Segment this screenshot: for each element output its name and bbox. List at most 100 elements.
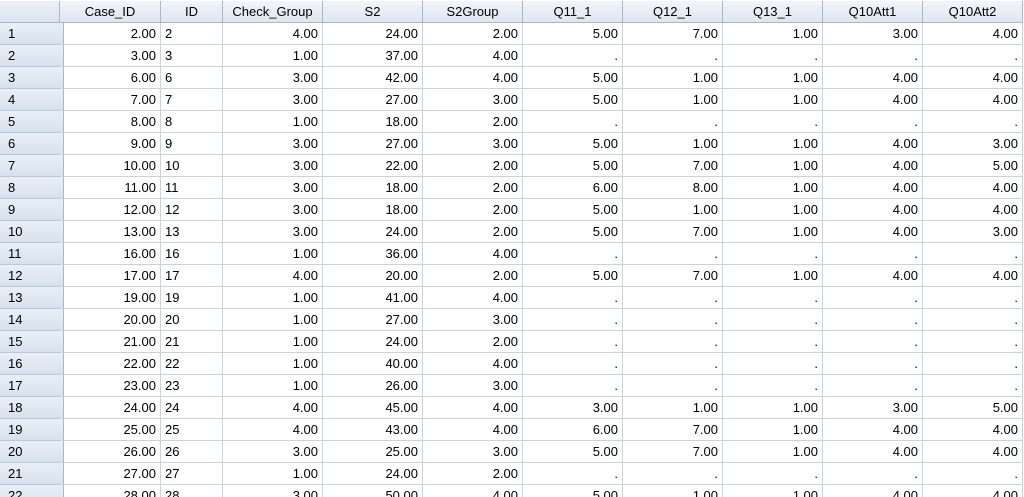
table-cell[interactable]: 8 xyxy=(161,111,223,133)
table-cell[interactable]: 5.00 xyxy=(923,155,1023,177)
table-cell[interactable]: 21 xyxy=(161,331,223,353)
table-cell[interactable]: . xyxy=(523,353,623,375)
row-number[interactable]: 12 xyxy=(0,265,64,287)
table-cell[interactable]: 22 xyxy=(161,353,223,375)
table-cell[interactable]: 27.00 xyxy=(323,309,423,331)
table-cell[interactable]: 4.00 xyxy=(823,199,923,221)
table-cell[interactable]: 8.00 xyxy=(60,111,161,133)
table-cell[interactable]: . xyxy=(923,243,1023,265)
table-cell[interactable]: 4.00 xyxy=(923,265,1023,287)
table-cell[interactable]: 6.00 xyxy=(60,67,161,89)
table-cell[interactable]: 1.00 xyxy=(723,485,823,497)
table-cell[interactable]: 3.00 xyxy=(223,177,323,199)
table-cell[interactable]: 1.00 xyxy=(723,199,823,221)
table-cell[interactable]: 5.00 xyxy=(523,89,623,111)
table-cell[interactable]: 4.00 xyxy=(423,397,523,419)
row-number[interactable]: 15 xyxy=(0,331,64,353)
table-cell[interactable]: 4.00 xyxy=(923,485,1023,497)
table-cell[interactable]: . xyxy=(623,243,723,265)
table-cell[interactable]: 1.00 xyxy=(723,67,823,89)
table-cell[interactable]: 1.00 xyxy=(623,397,723,419)
table-cell[interactable]: 1.00 xyxy=(723,23,823,45)
table-cell[interactable]: 25.00 xyxy=(323,441,423,463)
table-cell[interactable]: . xyxy=(723,287,823,309)
table-cell[interactable]: . xyxy=(823,45,923,67)
table-cell[interactable]: 7.00 xyxy=(623,265,723,287)
table-cell[interactable]: 2.00 xyxy=(423,331,523,353)
table-cell[interactable]: 17.00 xyxy=(60,265,161,287)
table-cell[interactable]: . xyxy=(623,45,723,67)
column-header-q13-1[interactable]: Q13_1 xyxy=(723,1,823,23)
table-cell[interactable]: 6 xyxy=(161,67,223,89)
table-cell[interactable]: 3.00 xyxy=(423,441,523,463)
table-cell[interactable]: 2 xyxy=(161,23,223,45)
table-cell[interactable]: 45.00 xyxy=(323,397,423,419)
row-number[interactable]: 9 xyxy=(0,199,64,221)
table-cell[interactable]: 3.00 xyxy=(923,221,1023,243)
table-cell[interactable]: 1.00 xyxy=(723,419,823,441)
table-cell[interactable]: . xyxy=(823,111,923,133)
table-cell[interactable]: . xyxy=(623,309,723,331)
table-cell[interactable]: 7.00 xyxy=(623,23,723,45)
row-number[interactable]: 5 xyxy=(0,111,64,133)
table-cell[interactable]: 41.00 xyxy=(323,287,423,309)
table-cell[interactable]: 19.00 xyxy=(60,287,161,309)
table-cell[interactable]: 16.00 xyxy=(60,243,161,265)
table-cell[interactable]: 3.00 xyxy=(223,485,323,497)
table-cell[interactable]: 7.00 xyxy=(623,441,723,463)
table-cell[interactable]: 4.00 xyxy=(223,23,323,45)
table-cell[interactable]: 4.00 xyxy=(223,419,323,441)
row-number[interactable]: 11 xyxy=(0,243,64,265)
table-cell[interactable]: 5.00 xyxy=(523,199,623,221)
table-cell[interactable]: 12.00 xyxy=(60,199,161,221)
table-cell[interactable]: . xyxy=(923,287,1023,309)
table-cell[interactable]: 17 xyxy=(161,265,223,287)
table-cell[interactable]: 3.00 xyxy=(223,221,323,243)
table-cell[interactable]: 3.00 xyxy=(223,89,323,111)
row-number[interactable]: 10 xyxy=(0,221,64,243)
table-cell[interactable]: 24.00 xyxy=(323,23,423,45)
table-cell[interactable]: 9.00 xyxy=(60,133,161,155)
table-cell[interactable]: 21.00 xyxy=(60,331,161,353)
table-cell[interactable]: . xyxy=(923,45,1023,67)
table-cell[interactable]: 4.00 xyxy=(923,199,1023,221)
table-cell[interactable]: 4.00 xyxy=(423,45,523,67)
table-cell[interactable]: 2.00 xyxy=(423,265,523,287)
table-cell[interactable]: 25 xyxy=(161,419,223,441)
table-cell[interactable]: 27.00 xyxy=(60,463,161,485)
table-cell[interactable]: 3.00 xyxy=(423,309,523,331)
table-cell[interactable]: 4.00 xyxy=(823,485,923,497)
table-cell[interactable]: 1.00 xyxy=(223,243,323,265)
table-cell[interactable]: 27.00 xyxy=(323,89,423,111)
table-cell[interactable]: 26.00 xyxy=(323,375,423,397)
table-cell[interactable]: . xyxy=(523,45,623,67)
table-cell[interactable]: 1.00 xyxy=(223,309,323,331)
row-number[interactable]: 22 xyxy=(0,485,64,497)
table-cell[interactable]: 13 xyxy=(161,221,223,243)
table-cell[interactable]: . xyxy=(523,463,623,485)
table-cell[interactable]: 3.00 xyxy=(223,155,323,177)
table-cell[interactable]: . xyxy=(723,111,823,133)
table-cell[interactable]: 1.00 xyxy=(623,89,723,111)
table-cell[interactable]: . xyxy=(923,309,1023,331)
table-cell[interactable]: 5.00 xyxy=(523,155,623,177)
table-cell[interactable]: 22.00 xyxy=(323,155,423,177)
table-cell[interactable]: 1.00 xyxy=(623,67,723,89)
table-cell[interactable]: 4.00 xyxy=(823,419,923,441)
table-cell[interactable]: . xyxy=(523,243,623,265)
table-cell[interactable]: . xyxy=(723,463,823,485)
table-cell[interactable]: 4.00 xyxy=(823,133,923,155)
table-cell[interactable]: 43.00 xyxy=(323,419,423,441)
table-cell[interactable]: 4.00 xyxy=(423,67,523,89)
table-cell[interactable]: 5.00 xyxy=(923,397,1023,419)
table-cell[interactable]: 11.00 xyxy=(60,177,161,199)
table-cell[interactable]: . xyxy=(723,309,823,331)
table-cell[interactable]: . xyxy=(823,353,923,375)
table-cell[interactable]: . xyxy=(823,243,923,265)
table-cell[interactable]: 8.00 xyxy=(623,177,723,199)
table-cell[interactable]: . xyxy=(623,287,723,309)
table-cell[interactable]: 2.00 xyxy=(423,111,523,133)
table-cell[interactable]: 23.00 xyxy=(60,375,161,397)
table-cell[interactable]: 1.00 xyxy=(223,331,323,353)
table-cell[interactable]: 1.00 xyxy=(223,375,323,397)
